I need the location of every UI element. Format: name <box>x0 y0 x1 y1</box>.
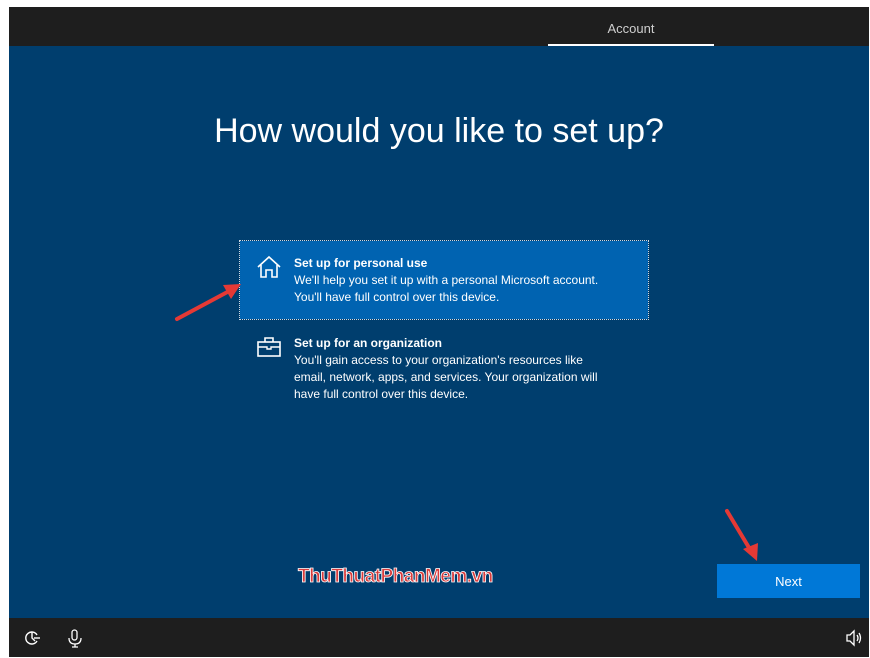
option-organization-text: Set up for an organization You'll gain a… <box>294 335 638 403</box>
next-button[interactable]: Next <box>717 564 860 598</box>
tab-active-underline <box>548 44 714 46</box>
option-organization-desc-line-1: You'll gain access to your organization'… <box>294 353 583 367</box>
top-bar: Account <box>9 7 869 46</box>
tab-account: Account <box>607 21 655 36</box>
oobe-window: Account How would you like to set up? Se… <box>9 7 869 657</box>
home-icon <box>256 255 282 279</box>
option-personal-desc-line-2: You'll have full control over this devic… <box>294 290 500 304</box>
option-personal-use[interactable]: Set up for personal use We'll help you s… <box>239 240 649 320</box>
annotation-arrow-option <box>175 284 241 321</box>
accessibility-icon[interactable] <box>22 628 42 648</box>
option-organization-title: Set up for an organization <box>294 336 443 350</box>
option-personal-title: Set up for personal use <box>294 256 428 270</box>
watermark: ThuThuatPhanMem.vn <box>298 566 494 588</box>
microphone-icon[interactable] <box>65 628 85 648</box>
annotation-arrow-next <box>725 509 758 561</box>
volume-icon[interactable] <box>845 628 865 648</box>
option-organization-desc-line-3: have full control over this device. <box>294 387 469 401</box>
option-organization[interactable]: Set up for an organization You'll gain a… <box>240 321 648 411</box>
option-personal-text: Set up for personal use We'll help you s… <box>294 255 638 306</box>
bottom-bar <box>9 618 869 657</box>
page-title: How would you like to set up? <box>214 112 664 150</box>
option-personal-desc-line-1: We'll help you set it up with a personal… <box>294 273 599 287</box>
briefcase-icon <box>256 335 282 359</box>
option-organization-desc-line-2: email, network, apps, and services. Your… <box>294 370 598 384</box>
